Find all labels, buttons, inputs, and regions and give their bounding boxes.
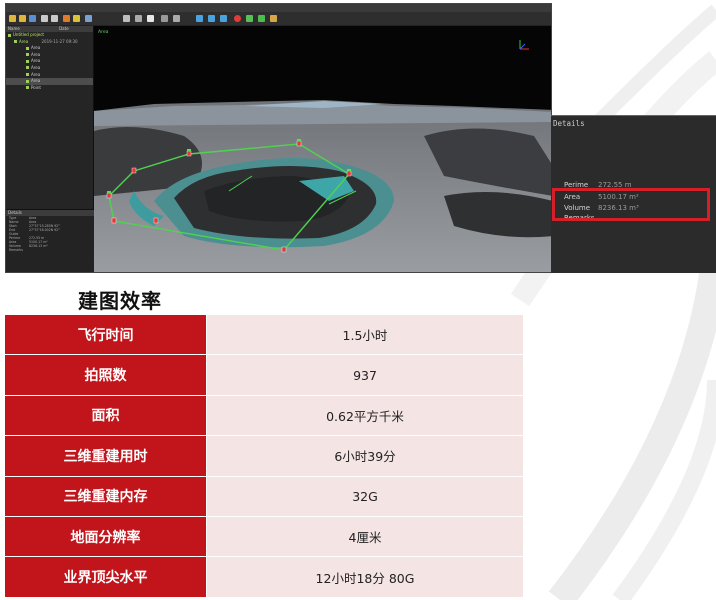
toolbar [6, 12, 551, 26]
table-row: 飞行时间 1.5小时 [5, 315, 523, 356]
tree-item-label: Area [31, 58, 41, 64]
prop-value: 8236.13 m³ [29, 244, 48, 248]
measure-icon[interactable] [135, 15, 142, 22]
save-icon[interactable] [29, 15, 36, 22]
properties-panel: Details Type Area Name Area Start 27°57'15.… [6, 209, 94, 272]
tree-root[interactable]: Untitled project [6, 32, 93, 39]
tree-item[interactable]: Area [6, 45, 93, 52]
row-value: 6小时39分 [207, 436, 523, 476]
checkbox-icon[interactable] [26, 46, 29, 50]
3d-scene-render [94, 100, 551, 272]
3d-viewport[interactable]: Area [94, 26, 551, 272]
row-value: 937 [207, 355, 523, 395]
axis-gizmo-icon[interactable] [517, 38, 531, 52]
checkbox-icon[interactable] [8, 33, 11, 37]
row-label: 拍照数 [5, 355, 207, 395]
grid-icon[interactable] [173, 15, 180, 22]
tree-item-label: Area [31, 78, 41, 84]
tree-root-label: Untitled project [13, 32, 44, 37]
tree-item-label: Area [31, 64, 41, 70]
table-row: 业界顶尖水平 12小时18分 80G [5, 557, 523, 598]
tree-item-label: Point [31, 84, 41, 90]
marker-icon[interactable] [234, 15, 241, 22]
prop-value: 27°57'16.002N 92° [29, 228, 60, 232]
row-label: 业界顶尖水平 [5, 557, 207, 597]
undo-icon[interactable] [41, 15, 48, 22]
row-value: 4厘米 [207, 516, 523, 557]
checkbox-icon[interactable] [26, 66, 29, 70]
tree-item-label: Area [19, 38, 29, 44]
tree-item-area-group[interactable]: Area 2019-11-27 09:30 [6, 39, 93, 46]
row-value: 0.62平方千米 [207, 395, 523, 436]
volume-icon[interactable] [270, 15, 277, 22]
camera-icon[interactable] [123, 15, 130, 22]
redo-icon[interactable] [51, 15, 58, 22]
row-value: 12小时18分 80G [207, 557, 523, 597]
table-row: 拍照数 937 [5, 355, 523, 396]
tree-item-label: Area [31, 71, 41, 77]
table-row: 地面分辨率 4厘米 [5, 516, 523, 558]
page-title: 建图效率 [78, 289, 162, 313]
checkbox-icon[interactable] [26, 73, 29, 77]
tree-item[interactable]: Area [6, 52, 93, 59]
table-row: 面积 0.62平方千米 [5, 395, 523, 437]
row-value: 32G [207, 476, 523, 516]
tree-item[interactable]: Area [6, 72, 93, 79]
efficiency-table: 飞行时间 1.5小时 拍照数 937 面积 0.62平方千米 三维重建用时 6小时39分… [5, 315, 523, 598]
checkbox-icon[interactable] [26, 86, 29, 90]
menu-bar: File Edit Views Tools Help [6, 4, 551, 18]
tree-col-date: Date [59, 26, 69, 31]
tree-item[interactable]: Area [6, 65, 93, 72]
layer-icon[interactable] [161, 15, 168, 22]
highlight-box [552, 188, 710, 221]
details-title: Details [553, 119, 585, 128]
row-label: 地面分辨率 [5, 516, 207, 557]
checkbox-icon[interactable] [26, 79, 29, 83]
tree-item[interactable]: Point [6, 85, 93, 92]
select-icon[interactable] [147, 15, 154, 22]
line-icon[interactable] [246, 15, 253, 22]
row-value: 1.5小时 [207, 315, 523, 355]
tree-col-name: Name [8, 26, 20, 31]
prop-row: Remarks [6, 248, 94, 252]
search-icon[interactable] [220, 15, 227, 22]
pan-icon[interactable] [73, 15, 80, 22]
row-label: 三维重建内存 [5, 476, 207, 516]
row-label: 三维重建用时 [5, 436, 207, 476]
area-icon[interactable] [258, 15, 265, 22]
checkbox-icon[interactable] [26, 53, 29, 57]
prop-key: Remarks [9, 248, 23, 252]
viewport-label: Area [98, 30, 109, 35]
project-tree-panel: Name Date Untitled project Area 2019-11-… [6, 26, 94, 272]
export-icon[interactable] [208, 15, 215, 22]
new-icon[interactable] [9, 15, 16, 22]
open-icon[interactable] [19, 15, 26, 22]
table-row: 三维重建用时 6小时39分 [5, 436, 523, 477]
row-label: 面积 [5, 395, 207, 436]
table-row: 三维重建内存 32G [5, 476, 523, 517]
tree-item-label: Area [31, 51, 41, 57]
zoom-icon[interactable] [85, 15, 92, 22]
tree-item-date: 2019-11-27 09:30 [41, 38, 78, 44]
tree-item-label: Area [31, 45, 41, 51]
orbit-icon[interactable] [63, 15, 70, 22]
row-label: 飞行时间 [5, 315, 207, 355]
software-screenshot: File Edit Views Tools Help Name Date U [5, 3, 552, 273]
tree-item-selected[interactable]: Area [6, 78, 93, 85]
checkbox-icon[interactable] [14, 40, 17, 44]
checkbox-icon[interactable] [26, 59, 29, 63]
tree-item[interactable]: Area [6, 58, 93, 65]
image-icon[interactable] [196, 15, 203, 22]
